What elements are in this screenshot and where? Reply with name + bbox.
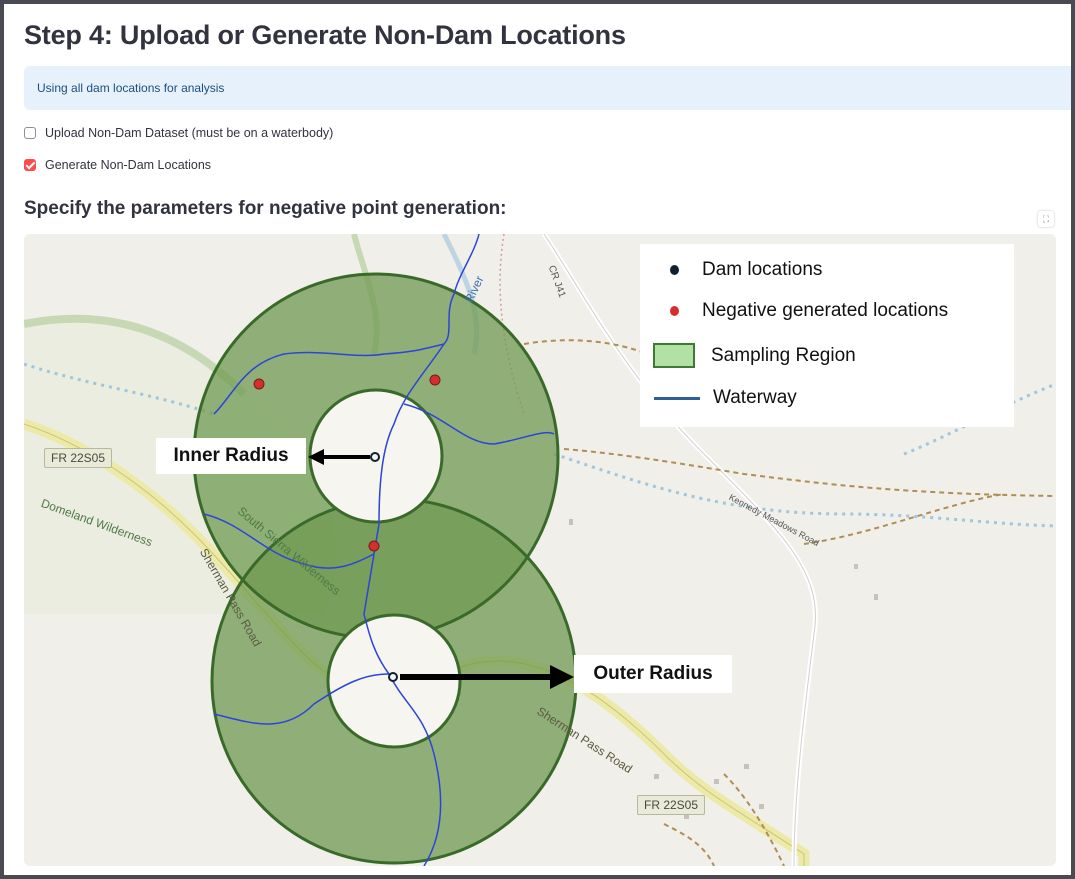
params-heading: Specify the parameters for negative poin… — [24, 198, 507, 219]
upload-checkbox[interactable] — [24, 127, 36, 139]
dam-marker-icon — [670, 265, 679, 275]
legend-waterway-label: Waterway — [713, 387, 797, 408]
map-figure: FR 22S05 FR 22S05 Domeland Wilderness So… — [24, 234, 1056, 866]
app-frame: Step 4: Upload or Generate Non-Dam Locat… — [4, 4, 1071, 875]
generate-option[interactable]: Generate Non-Dam Locations — [24, 156, 211, 174]
waterway-line-icon — [654, 396, 700, 400]
info-message: Using all dam locations for analysis — [37, 81, 225, 95]
page-title: Step 4: Upload or Generate Non-Dam Locat… — [24, 20, 626, 50]
negative-marker-icon — [670, 306, 679, 316]
legend-item-negative: Negative generated locations — [640, 300, 948, 322]
legend-item-region: Sampling Region — [640, 343, 856, 368]
legend-dam-label: Dam locations — [702, 259, 823, 280]
legend-item-dam: Dam locations — [640, 259, 822, 281]
info-alert: Using all dam locations for analysis — [24, 66, 1071, 110]
legend-region-label: Sampling Region — [711, 344, 856, 366]
region-swatch-icon — [653, 343, 695, 368]
legend-negative-label: Negative generated locations — [702, 300, 949, 321]
upload-checkbox-label: Upload Non-Dam Dataset (must be on a wat… — [45, 126, 334, 140]
expand-icon[interactable]: ⛶ — [1038, 211, 1054, 227]
upload-option[interactable]: Upload Non-Dam Dataset (must be on a wat… — [24, 124, 333, 142]
road-badge-right: FR 22S05 — [637, 795, 706, 815]
outer-radius-callout: Outer Radius — [574, 655, 732, 693]
inner-radius-callout: Inner Radius — [156, 438, 306, 474]
generate-checkbox[interactable] — [24, 159, 36, 171]
road-badge-left: FR 22S05 — [44, 448, 113, 468]
generate-checkbox-label: Generate Non-Dam Locations — [45, 158, 212, 172]
legend-item-waterway: Waterway — [640, 387, 797, 409]
map-legend: Dam locations Negative generated locatio… — [640, 244, 1014, 427]
